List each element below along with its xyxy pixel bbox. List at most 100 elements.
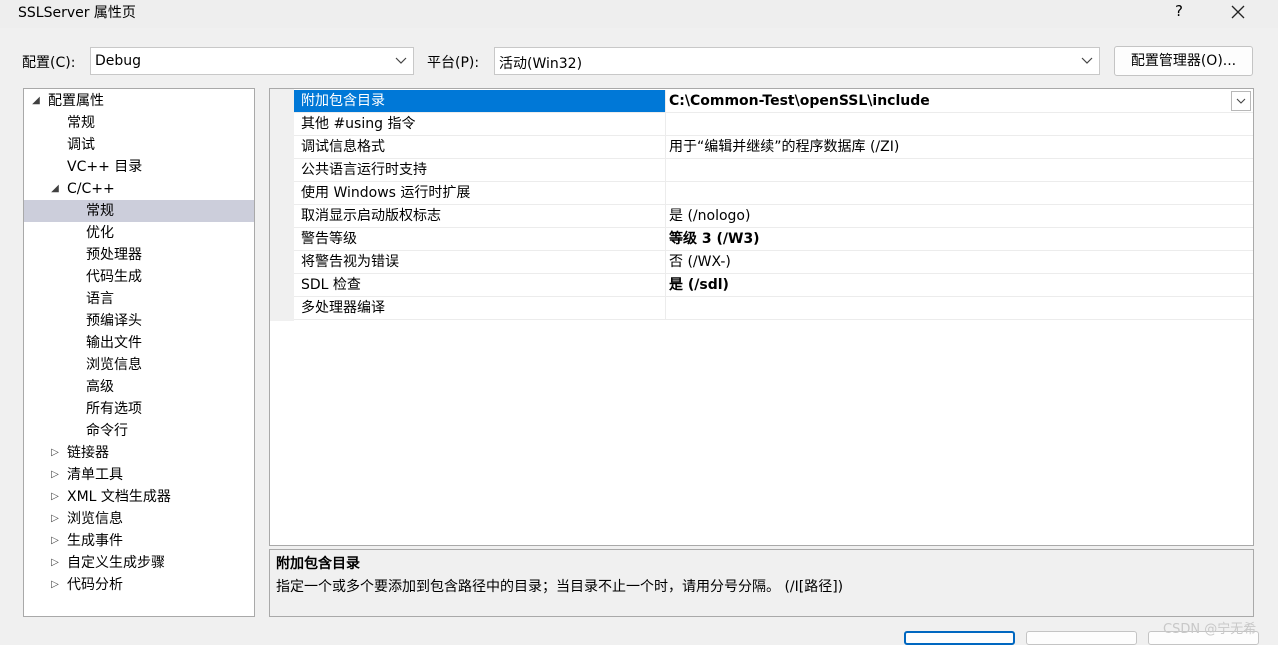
tree-item[interactable]: ▷ 代码分析: [24, 574, 254, 596]
tree-item[interactable]: VC++ 目录: [24, 156, 254, 178]
chevron-down-icon: [1081, 57, 1093, 64]
property-value[interactable]: [669, 113, 1253, 135]
collapsed-arrow-icon[interactable]: ▷: [49, 552, 61, 574]
tree-item[interactable]: 调试: [24, 134, 254, 156]
property-name: 调试信息格式: [294, 136, 666, 158]
tree-item[interactable]: 预处理器: [24, 244, 254, 266]
property-row[interactable]: SDL 检查是 (/sdl): [294, 274, 1253, 297]
tree-item-label: 常规: [86, 203, 114, 219]
property-name: 将警告视为错误: [294, 251, 666, 273]
tree-item-label: 浏览信息: [67, 511, 123, 527]
value-dropdown-button[interactable]: [1231, 91, 1251, 111]
tree-item-label: VC++ 目录: [67, 159, 143, 175]
property-row[interactable]: 将警告视为错误否 (/WX-): [294, 251, 1253, 274]
tree-item[interactable]: 常规: [24, 200, 254, 222]
property-name: 多处理器编译: [294, 297, 666, 319]
tree-item-label: 浏览信息: [86, 357, 142, 373]
grid-gutter: [270, 89, 294, 321]
property-row[interactable]: 公共语言运行时支持: [294, 159, 1253, 182]
tree-item[interactable]: ▷ 浏览信息: [24, 508, 254, 530]
tree-item[interactable]: 优化: [24, 222, 254, 244]
tree-item[interactable]: ▷ 链接器: [24, 442, 254, 464]
tree-item-label: 配置属性: [48, 93, 104, 109]
tree-item[interactable]: 语言: [24, 288, 254, 310]
tree-item[interactable]: 高级: [24, 376, 254, 398]
property-name: 使用 Windows 运行时扩展: [294, 182, 666, 204]
property-name: 公共语言运行时支持: [294, 159, 666, 181]
window-title: SSLServer 属性页: [18, 5, 136, 21]
tree-item[interactable]: ◢ C/C++: [24, 178, 254, 200]
property-value[interactable]: [669, 182, 1253, 204]
tree-item-label: 输出文件: [86, 335, 142, 351]
collapsed-arrow-icon[interactable]: ▷: [49, 464, 61, 486]
chevron-down-icon: [1236, 98, 1246, 104]
tree-item-label: 优化: [86, 225, 114, 241]
collapsed-arrow-icon[interactable]: ▷: [49, 442, 61, 464]
tree-item-label: 代码生成: [86, 269, 142, 285]
tree-item[interactable]: ▷ 清单工具: [24, 464, 254, 486]
property-grid[interactable]: 附加包含目录 C:\Common-Test\openSSL\include 其他 #…: [269, 88, 1254, 546]
tree-item-label: 预处理器: [86, 247, 142, 263]
tree-item-label: C/C++: [67, 181, 115, 197]
platform-value: 活动(Win32): [499, 56, 583, 72]
tree-item-label: 高级: [86, 379, 114, 395]
property-value[interactable]: C:\Common-Test\openSSL\include: [669, 90, 1253, 112]
property-value[interactable]: 是 (/nologo): [669, 205, 1253, 227]
tree-item[interactable]: 输出文件: [24, 332, 254, 354]
tree-item-label: 自定义生成步骤: [67, 555, 165, 571]
config-manager-button[interactable]: 配置管理器(O)...: [1114, 46, 1253, 76]
tree-item-label: 语言: [86, 291, 114, 307]
close-icon: [1231, 5, 1245, 19]
description-title: 附加包含目录: [276, 556, 360, 572]
collapsed-arrow-icon[interactable]: ▷: [49, 574, 61, 596]
property-name: 取消显示启动版权标志: [294, 205, 666, 227]
property-tree[interactable]: ◢ 配置属性 常规 调试 VC++ 目录 ◢ C/C++ 常规 优化 预处理器 代码生成 语言 预编译头…: [23, 88, 255, 617]
property-row[interactable]: 取消显示启动版权标志是 (/nologo): [294, 205, 1253, 228]
property-value[interactable]: 是 (/sdl): [669, 274, 1253, 296]
tree-item-label: 生成事件: [67, 533, 123, 549]
chevron-down-icon: [395, 57, 407, 64]
tree-item-label: 常规: [67, 115, 95, 131]
tree-item[interactable]: 代码生成: [24, 266, 254, 288]
property-value[interactable]: 用于“编辑并继续”的程序数据库 (/ZI): [669, 136, 1253, 158]
property-row[interactable]: 多处理器编译: [294, 297, 1253, 320]
property-row[interactable]: 调试信息格式 用于“编辑并继续”的程序数据库 (/ZI): [294, 136, 1253, 159]
property-value[interactable]: [669, 159, 1253, 181]
tree-item[interactable]: 常规: [24, 112, 254, 134]
tree-item[interactable]: 预编译头: [24, 310, 254, 332]
property-value[interactable]: 等级 3 (/W3): [669, 228, 1253, 250]
expanded-arrow-icon[interactable]: ◢: [49, 178, 61, 200]
tree-item-label: 命令行: [86, 423, 128, 439]
tree-item[interactable]: ▷ 生成事件: [24, 530, 254, 552]
property-name: SDL 检查: [294, 274, 666, 296]
property-value[interactable]: 否 (/WX-): [669, 251, 1253, 273]
tree-item[interactable]: ▷ XML 文档生成器: [24, 486, 254, 508]
collapsed-arrow-icon[interactable]: ▷: [49, 486, 61, 508]
tree-item[interactable]: 浏览信息: [24, 354, 254, 376]
config-value: Debug: [95, 53, 142, 69]
collapsed-arrow-icon[interactable]: ▷: [49, 508, 61, 530]
config-select[interactable]: Debug: [90, 47, 414, 75]
watermark: CSDN @宁无希: [1163, 622, 1257, 637]
platform-label: 平台(P):: [427, 55, 480, 71]
tree-item-label: 代码分析: [67, 577, 123, 593]
tree-item-label: 所有选项: [86, 401, 142, 417]
property-row[interactable]: 其他 #using 指令: [294, 113, 1253, 136]
tree-item[interactable]: ◢ 配置属性: [24, 90, 254, 112]
tree-item[interactable]: ▷ 自定义生成步骤: [24, 552, 254, 574]
tree-item-label: 链接器: [67, 445, 109, 461]
tree-item[interactable]: 所有选项: [24, 398, 254, 420]
property-row[interactable]: 使用 Windows 运行时扩展: [294, 182, 1253, 205]
help-button[interactable]: ?: [1166, 0, 1192, 24]
description-text: 指定一个或多个要添加到包含路径中的目录；当目录不止一个时，请用分号分隔。 (/I…: [276, 579, 844, 595]
property-name: 警告等级: [294, 228, 666, 250]
collapsed-arrow-icon[interactable]: ▷: [49, 530, 61, 552]
property-row[interactable]: 警告等级 等级 3 (/W3): [294, 228, 1253, 251]
property-row[interactable]: 附加包含目录 C:\Common-Test\openSSL\include: [294, 90, 1253, 113]
property-value[interactable]: [669, 297, 1253, 319]
tree-item[interactable]: 命令行: [24, 420, 254, 442]
expanded-arrow-icon[interactable]: ◢: [30, 90, 42, 112]
close-button[interactable]: [1222, 0, 1254, 24]
platform-select[interactable]: 活动(Win32): [494, 47, 1100, 75]
tree-item-label: 调试: [67, 137, 95, 153]
